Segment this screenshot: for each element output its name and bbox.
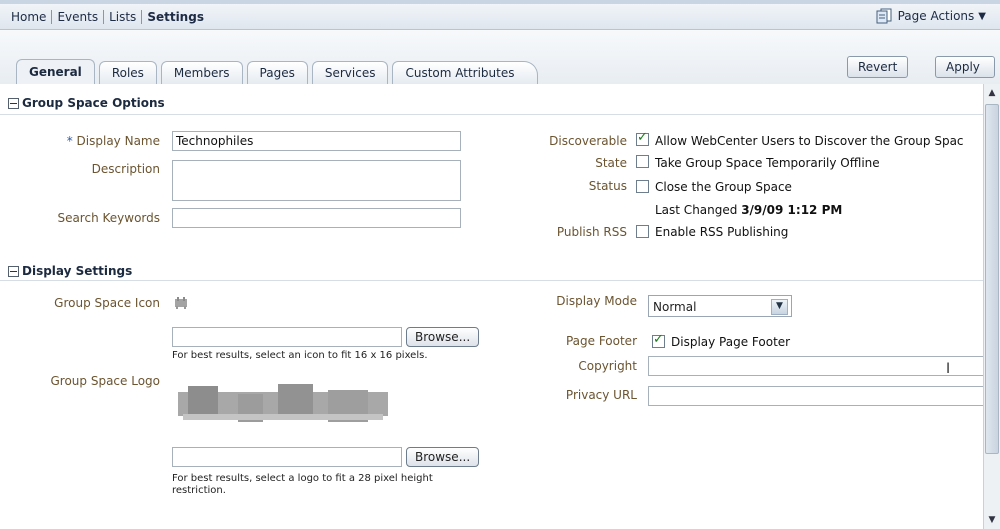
top-accent-strip: [0, 0, 1000, 4]
status-checkbox[interactable]: [636, 180, 649, 193]
logo-browse-button[interactable]: Browse...: [406, 447, 480, 467]
icon-browse-button[interactable]: Browse...: [406, 327, 480, 347]
page-actions-menu[interactable]: Page Actions ▼: [876, 8, 986, 24]
nav-settings[interactable]: Settings: [142, 10, 209, 24]
publish-rss-text: Enable RSS Publishing: [655, 225, 789, 239]
group-space-logo-preview: [178, 384, 388, 422]
nav-lists[interactable]: Lists: [104, 10, 141, 24]
display-name-label: * Display Name: [20, 134, 160, 148]
tab-roles[interactable]: Roles: [98, 61, 157, 84]
last-changed-label: Last Changed: [655, 203, 738, 217]
state-checkbox[interactable]: [636, 155, 649, 168]
page-footer-text: Display Page Footer: [671, 335, 791, 349]
icon-hint: For best results, select an icon to fit …: [172, 350, 428, 361]
required-marker: *: [66, 134, 73, 148]
tab-custom-attributes[interactable]: Custom Attributes: [392, 61, 538, 84]
display-mode-select[interactable]: Normal ▼: [648, 295, 792, 317]
group-space-icon-preview: [175, 297, 187, 309]
tab-pages[interactable]: Pages: [246, 61, 308, 84]
privacy-url-label: Privacy URL: [565, 388, 637, 402]
description-field[interactable]: [172, 160, 461, 201]
last-changed: Last Changed 3/9/09 1:12 PM: [655, 203, 842, 217]
page-actions-icon: [876, 8, 892, 24]
group-space-logo-label: Group Space Logo: [50, 374, 160, 388]
publish-rss-checkbox[interactable]: [636, 225, 649, 238]
group-space-icon-label: Group Space Icon: [54, 296, 160, 310]
display-mode-label: Display Mode: [556, 294, 637, 308]
state-text: Take Group Space Temporarily Offline: [655, 156, 880, 170]
state-label: State: [595, 156, 627, 170]
group-space-options-header[interactable]: Group Space Options: [8, 96, 165, 110]
logo-file-field[interactable]: [172, 447, 402, 467]
search-keywords-field[interactable]: [172, 208, 461, 228]
chevron-down-icon: ▼: [978, 10, 986, 22]
tab-members[interactable]: Members: [160, 61, 243, 84]
page-actions-label: Page Actions: [897, 9, 975, 23]
scroll-up-icon[interactable]: ▲: [985, 86, 999, 100]
discoverable-text: Allow WebCenter Users to Discover the Gr…: [655, 134, 964, 148]
page-footer-label: Page Footer: [565, 334, 637, 348]
nav-home[interactable]: Home: [6, 10, 51, 24]
global-nav: Home Events Lists Settings: [6, 10, 209, 24]
scrollbar-thumb[interactable]: [985, 104, 999, 454]
publish-rss-label: Publish RSS: [556, 225, 627, 239]
logo-hint-line1: For best results, select a logo to fit a…: [172, 473, 433, 484]
chevron-down-icon[interactable]: ▼: [771, 299, 788, 315]
discoverable-label: Discoverable: [549, 134, 627, 148]
collapse-icon[interactable]: [8, 265, 19, 277]
copyright-field[interactable]: [648, 356, 984, 376]
logo-hint-line2: restriction.: [172, 485, 226, 496]
tab-services[interactable]: Services: [311, 61, 389, 84]
status-text: Close the Group Space: [655, 180, 792, 194]
revert-button[interactable]: Revert: [847, 56, 909, 78]
tab-list: General Roles Members Pages Services Cus…: [16, 56, 542, 84]
display-name-label-text: Display Name: [76, 134, 160, 148]
display-settings-header[interactable]: Display Settings: [8, 264, 132, 278]
page-footer-checkbox[interactable]: [652, 332, 665, 348]
settings-content: Group Space Options * Display Name Techn…: [0, 84, 984, 529]
privacy-url-field[interactable]: [648, 386, 984, 406]
nav-events[interactable]: Events: [52, 10, 103, 24]
status-label: Status: [588, 179, 627, 193]
section-title: Display Settings: [22, 264, 133, 278]
scroll-down-icon[interactable]: ▼: [985, 513, 999, 527]
tab-general[interactable]: General: [16, 59, 95, 84]
icon-file-field[interactable]: [172, 327, 402, 347]
display-mode-value: Normal: [653, 300, 697, 314]
copyright-label: Copyright: [578, 359, 637, 373]
text-cursor-icon: I: [946, 361, 951, 377]
last-changed-value: 3/9/09 1:12 PM: [741, 203, 843, 217]
apply-button[interactable]: Apply: [935, 56, 995, 78]
display-name-field[interactable]: Technophiles: [172, 131, 461, 151]
collapse-icon[interactable]: [8, 97, 19, 109]
discoverable-checkbox[interactable]: [636, 130, 649, 146]
description-label: Description: [91, 162, 160, 176]
section-divider: [0, 280, 983, 281]
search-keywords-label: Search Keywords: [57, 211, 160, 225]
section-divider: [0, 114, 983, 115]
section-title: Group Space Options: [22, 96, 165, 110]
top-navigation-bar: Home Events Lists Settings Page Actions …: [0, 0, 1000, 30]
vertical-scrollbar[interactable]: ▲ ▼: [983, 84, 1000, 529]
